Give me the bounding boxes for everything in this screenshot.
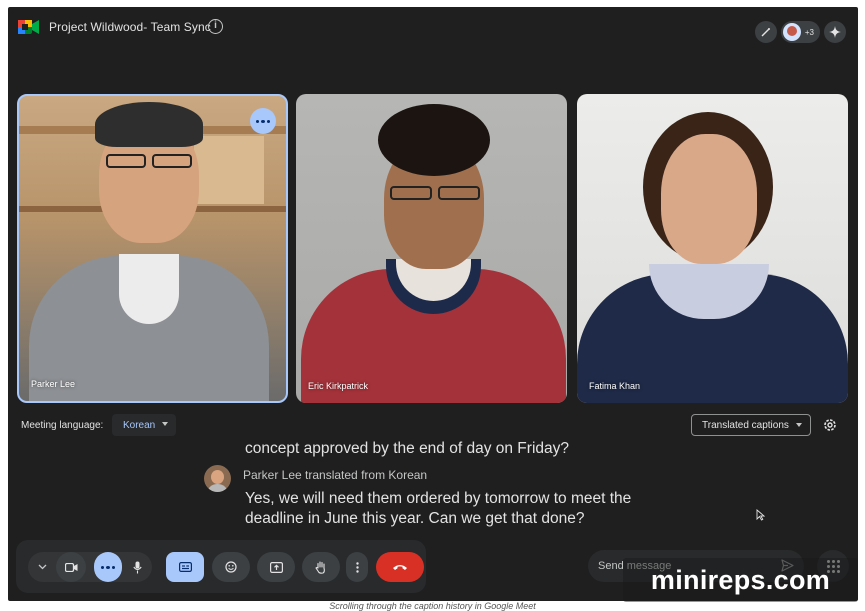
participants-button[interactable]: +3 bbox=[780, 21, 820, 43]
glasses bbox=[152, 154, 192, 168]
captions-button[interactable] bbox=[166, 552, 204, 582]
caption-speaker: Parker Lee translated from Korean bbox=[243, 468, 428, 482]
participant-extra-count: +3 bbox=[804, 27, 814, 37]
participant-name: Parker Lee bbox=[31, 379, 76, 389]
more-options-icon[interactable] bbox=[346, 552, 368, 582]
participant-hair bbox=[95, 102, 203, 147]
chevron-down-icon bbox=[162, 422, 168, 426]
shirt bbox=[119, 254, 179, 324]
glasses bbox=[438, 186, 480, 200]
participant-hair bbox=[378, 104, 490, 176]
meet-window: Project Wildwood- Team Sync i +3 Parker … bbox=[8, 7, 858, 601]
raise-hand-button[interactable] bbox=[302, 552, 340, 582]
participant-head bbox=[661, 134, 757, 264]
avatar bbox=[782, 23, 801, 41]
present-screen-button[interactable] bbox=[257, 552, 295, 582]
meeting-title: Project Wildwood- Team Sync bbox=[49, 20, 211, 34]
speaking-indicator-icon bbox=[250, 108, 276, 134]
glasses bbox=[106, 154, 146, 168]
figure-caption: Scrolling through the caption history in… bbox=[329, 601, 536, 611]
participant-name: Eric Kirkpatrick bbox=[308, 381, 369, 391]
meet-logo-icon bbox=[18, 20, 39, 34]
captions-mode-select[interactable]: Translated captions bbox=[691, 414, 811, 436]
mic-button[interactable] bbox=[122, 552, 152, 582]
camera-options-chevron-icon[interactable] bbox=[28, 552, 56, 582]
caption-text: Yes, we will need them ordered by tomorr… bbox=[245, 490, 632, 527]
meeting-language-label: Meeting language: bbox=[21, 420, 104, 431]
chevron-down-icon bbox=[796, 423, 802, 427]
participant-tile[interactable]: Parker Lee bbox=[17, 94, 288, 403]
captions-mode-value: Translated captions bbox=[702, 419, 789, 431]
leave-call-button[interactable] bbox=[376, 552, 424, 582]
caption-previous-line: concept approved by the end of day on Fr… bbox=[245, 440, 569, 457]
camera-button[interactable] bbox=[56, 552, 86, 582]
avatar bbox=[204, 465, 231, 492]
header: Project Wildwood- Team Sync i +3 bbox=[8, 7, 858, 51]
gemini-sparkle-icon[interactable] bbox=[824, 21, 846, 43]
mouse-pointer-icon bbox=[756, 509, 765, 521]
call-controls bbox=[16, 540, 426, 593]
watermark: minireps.com bbox=[623, 558, 858, 602]
participant-name: Fatima Khan bbox=[589, 381, 641, 391]
header-actions: +3 bbox=[754, 20, 846, 44]
emoji-reactions-button[interactable] bbox=[212, 552, 250, 582]
shelf-background bbox=[194, 136, 264, 204]
info-icon[interactable]: i bbox=[208, 19, 223, 34]
meeting-language-select[interactable]: Korean bbox=[112, 414, 176, 436]
gear-icon[interactable] bbox=[822, 417, 838, 433]
meeting-language-value: Korean bbox=[123, 419, 156, 431]
participant-tile[interactable]: Fatima Khan bbox=[577, 94, 848, 403]
effects-wand-icon[interactable] bbox=[754, 21, 777, 43]
participant-tile[interactable]: Eric Kirkpatrick bbox=[296, 94, 567, 403]
glasses bbox=[390, 186, 432, 200]
audio-level-icon[interactable] bbox=[94, 552, 122, 582]
